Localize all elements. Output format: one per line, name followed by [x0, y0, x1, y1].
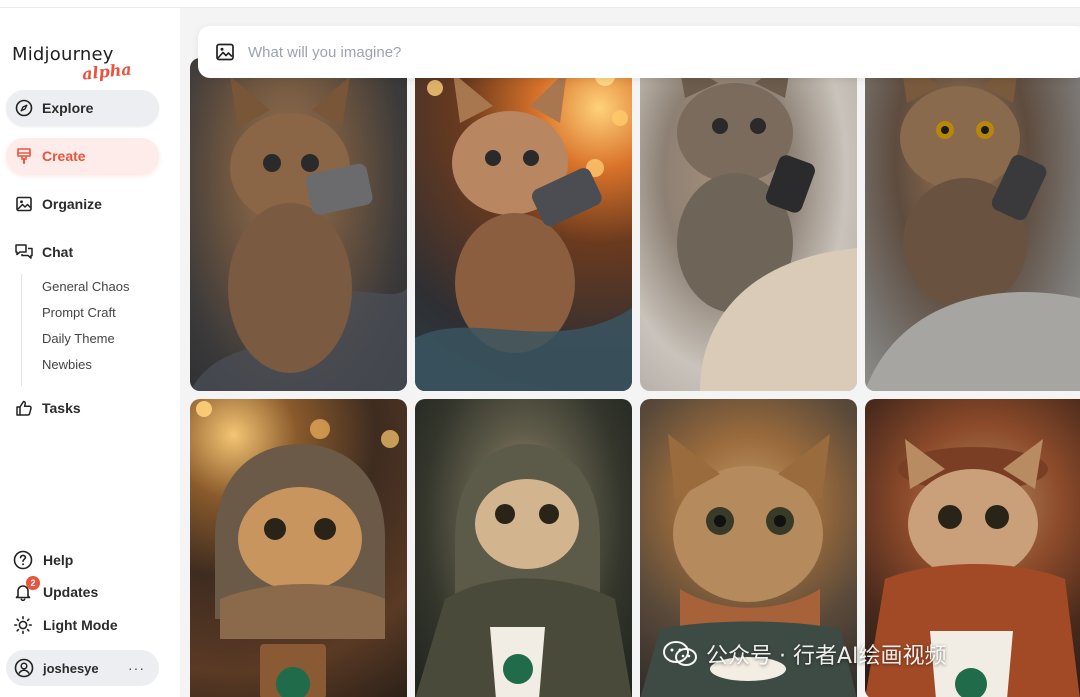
nav-chat[interactable]: Chat — [6, 234, 159, 270]
gallery-image-kitten-hood-coffee[interactable] — [190, 399, 407, 697]
kitten-image-icon — [415, 66, 632, 391]
updates-label: Updates — [43, 584, 99, 600]
nav-tasks[interactable]: Tasks — [6, 390, 159, 426]
kitten-image-icon — [415, 444, 632, 697]
help-label: Help — [43, 552, 74, 568]
light-mode-toggle[interactable]: Light Mode — [12, 613, 118, 637]
imagine-input[interactable] — [248, 43, 848, 61]
updates-link[interactable]: 2 Updates — [12, 576, 99, 604]
main-content — [180, 8, 1080, 697]
kitten-image-icon — [190, 76, 407, 391]
username: joshesye — [43, 660, 99, 676]
nav-organize-label: Organize — [42, 196, 102, 212]
image-icon — [14, 194, 34, 214]
wechat-icon — [662, 640, 698, 668]
bell-icon: 2 — [12, 576, 40, 603]
watermark-text: 公众号 · 行者AI绘画视频 — [706, 644, 947, 669]
nav-organize[interactable]: Organize — [6, 186, 159, 222]
nav-create[interactable]: Create — [6, 138, 159, 174]
watermark: 公众号 · 行者AI绘画视频 — [662, 638, 947, 670]
gallery-image-kitten-phone-blanket[interactable] — [190, 58, 407, 391]
brush-icon — [14, 146, 34, 166]
help-link[interactable]: Help — [12, 548, 73, 572]
user-menu[interactable]: joshesye ··· — [6, 650, 159, 686]
logo-alpha-tag: alpha — [81, 59, 133, 84]
kitten-image-icon — [865, 58, 1080, 391]
nav-tasks-label: Tasks — [42, 400, 81, 416]
sidebar: Midjourney alpha Explore Create Organize… — [0, 8, 180, 697]
nav-create-label: Create — [42, 148, 86, 164]
chat-channel-daily-theme[interactable]: Daily Theme — [42, 331, 115, 346]
chat-channel-list: General Chaos Prompt Craft Daily Theme N… — [21, 274, 161, 386]
more-options-button[interactable]: ··· — [128, 660, 145, 676]
nav-explore[interactable]: Explore — [6, 90, 159, 126]
chat-channel-newbies[interactable]: Newbies — [42, 357, 92, 372]
image-icon[interactable] — [214, 41, 236, 63]
light-mode-label: Light Mode — [43, 617, 118, 633]
gallery-image-kitten-phone-lights[interactable] — [415, 58, 632, 391]
thumbs-up-icon — [14, 398, 34, 418]
kitten-image-icon — [196, 401, 399, 697]
nav-explore-label: Explore — [42, 100, 94, 116]
nav-chat-label: Chat — [42, 244, 74, 260]
help-icon — [12, 549, 34, 571]
gallery-image-kitten-phone-knit[interactable] — [640, 58, 857, 391]
gallery-image-kitten-hoodie-coffee[interactable] — [415, 399, 632, 697]
chat-bubbles-icon — [14, 242, 34, 262]
logo[interactable]: Midjourney alpha — [12, 44, 142, 90]
kitten-image-icon — [677, 58, 857, 391]
chat-channel-general-chaos[interactable]: General Chaos — [42, 279, 129, 294]
sun-icon — [12, 614, 34, 636]
chat-channel-prompt-craft[interactable]: Prompt Craft — [42, 305, 116, 320]
compass-icon — [14, 98, 34, 118]
top-border — [0, 0, 1080, 8]
gallery-image-tabby-phone-knit[interactable] — [865, 58, 1080, 391]
updates-badge: 2 — [26, 576, 40, 590]
user-avatar-icon — [14, 658, 34, 678]
imagine-bar[interactable] — [198, 26, 1080, 78]
